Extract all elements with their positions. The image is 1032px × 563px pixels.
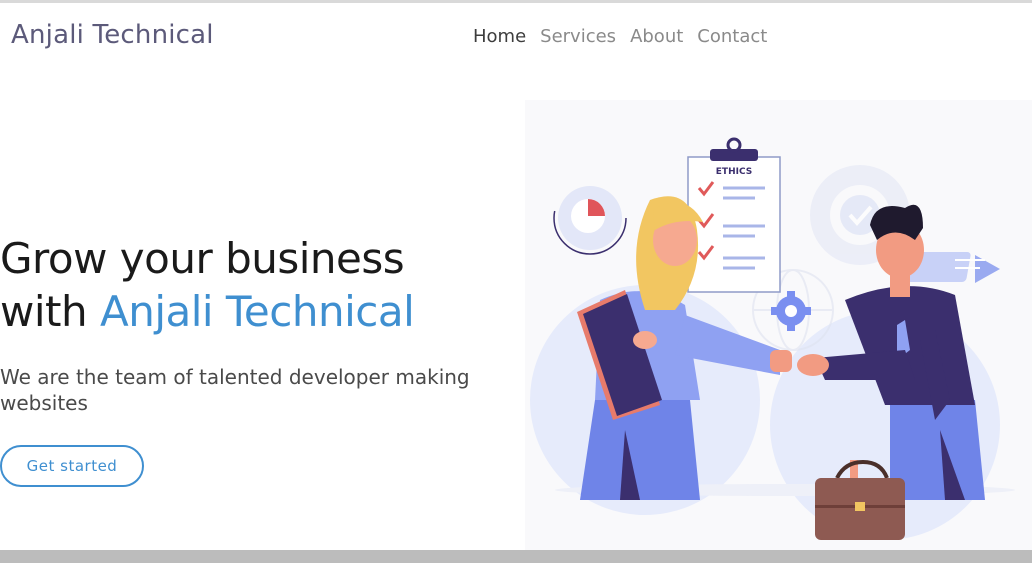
hero-title-accent: Anjali Technical (99, 287, 415, 336)
clipboard-icon: ETHICS (687, 137, 781, 293)
hero-title: Grow your business with Anjali Technical (0, 232, 415, 338)
nav-link-about[interactable]: About (630, 26, 683, 47)
main-nav: Home Services About Contact (473, 26, 767, 47)
top-border (0, 0, 1032, 3)
brand-logo[interactable]: Anjali Technical (11, 20, 214, 50)
handshake-illustration: ETHICS (530, 137, 1015, 540)
hero-title-line1: Grow your business (0, 234, 405, 283)
hero-title-prefix: with (0, 287, 100, 336)
nav-link-home[interactable]: Home (473, 26, 526, 47)
hero-illustration: ETHICS (525, 100, 1032, 550)
bottom-scroll-edge (0, 550, 1032, 563)
get-started-button[interactable]: Get started (0, 445, 144, 487)
nav-link-services[interactable]: Services (540, 26, 616, 47)
pie-chart-icon (553, 181, 627, 255)
clipboard-label: ETHICS (716, 167, 752, 177)
nav-link-contact[interactable]: Contact (697, 26, 767, 47)
hero-subtitle: We are the team of talented developer ma… (0, 365, 470, 415)
